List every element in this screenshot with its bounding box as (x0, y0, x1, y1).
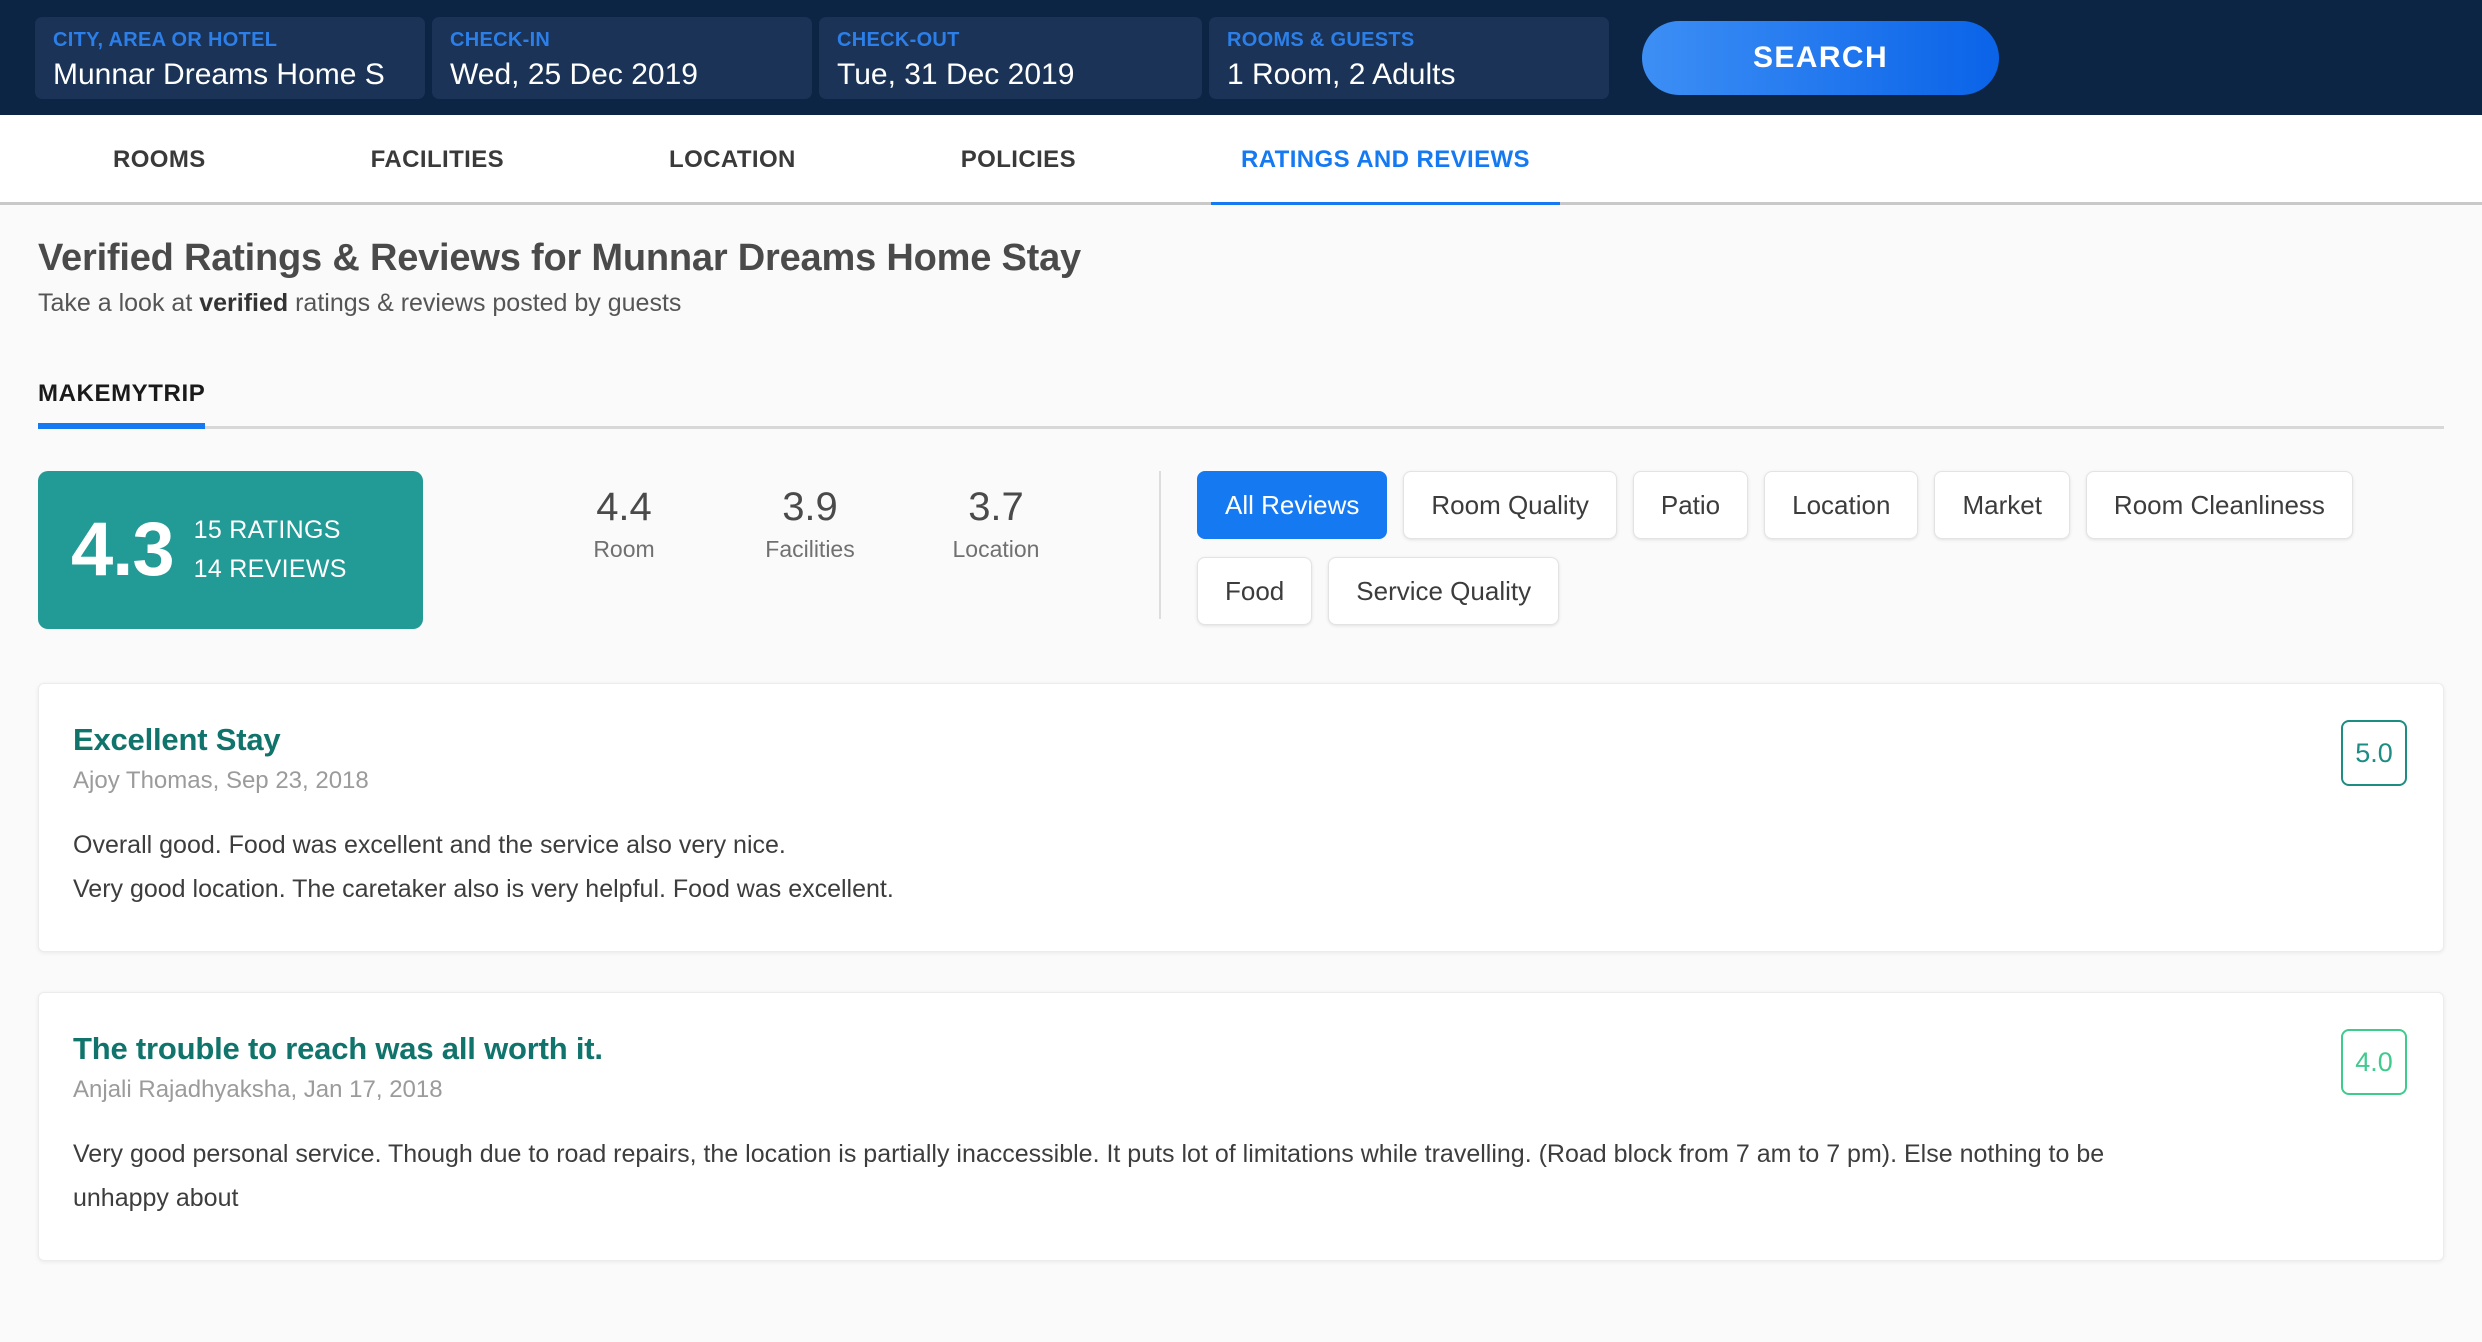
review-author-date: Ajoy Thomas, Sep 23, 2018 (73, 767, 369, 794)
filter-chip-room-cleanliness[interactable]: Room Cleanliness (2085, 471, 2353, 539)
review-card: Excellent Stay Ajoy Thomas, Sep 23, 2018… (38, 683, 2444, 952)
filter-chip-service-quality[interactable]: Service Quality (1328, 557, 1560, 625)
review-body: Overall good. Food was excellent and the… (73, 831, 894, 903)
tab-facilities[interactable]: FACILITIES (363, 115, 512, 205)
section-nav-tabs: ROOMS FACILITIES LOCATION POLICIES RATIN… (0, 115, 2482, 208)
review-author-date: Anjali Rajadhyaksha, Jan 17, 2018 (73, 1076, 443, 1103)
subscore-facilities: 3.9 Facilities (717, 483, 903, 619)
ratings-reviews-page: Verified Ratings & Reviews for Munnar Dr… (0, 205, 2482, 1342)
subscore-location-label: Location (952, 536, 1040, 562)
ratings-count: 15 RATINGS (193, 516, 341, 544)
search-field-checkin-label: CHECK-IN (450, 28, 551, 51)
search-field-checkout-label: CHECK-OUT (837, 28, 960, 51)
search-field-rooms-guests[interactable]: ROOMS & GUESTS 1 Room, 2 Adults (1209, 16, 1609, 99)
filter-chip-all-reviews[interactable]: All Reviews (1197, 471, 1388, 539)
tab-rooms[interactable]: ROOMS (105, 115, 214, 205)
search-bar: CITY, AREA OR HOTEL Munnar Dreams Home S… (0, 0, 2482, 115)
search-button[interactable]: SEARCH (1642, 20, 1999, 95)
search-field-checkout-value: Tue, 31 Dec 2019 (837, 57, 1075, 91)
filter-chip-room-quality[interactable]: Room Quality (1403, 471, 1617, 539)
ratings-summary: 4.3 15 RATINGS 14 REVIEWS 4.4 Room 3.9 F… (38, 471, 2444, 643)
review-title: The trouble to reach was all worth it. (73, 1031, 603, 1066)
subscore-location-value: 3.7 (968, 485, 1024, 529)
review-card: The trouble to reach was all worth it. A… (38, 992, 2444, 1261)
search-field-city-label: CITY, AREA OR HOTEL (53, 28, 278, 51)
subscore-room-value: 4.4 (596, 485, 652, 529)
page-subtitle-pre: Take a look at (38, 289, 200, 317)
tab-ratings-and-reviews[interactable]: RATINGS AND REVIEWS (1211, 115, 1560, 208)
page-subtitle-emphasis: verified (199, 289, 289, 317)
review-rating-badge: 4.0 (2341, 1029, 2407, 1095)
subscore-list: 4.4 Room 3.9 Facilities 3.7 Location (531, 471, 1161, 619)
filter-chip-market[interactable]: Market (1934, 471, 2070, 539)
search-field-checkin[interactable]: CHECK-IN Wed, 25 Dec 2019 (432, 16, 812, 99)
subscore-room: 4.4 Room (531, 483, 717, 619)
tab-location[interactable]: LOCATION (661, 115, 804, 205)
filter-chip-location[interactable]: Location (1764, 471, 1919, 539)
tab-policies[interactable]: POLICIES (953, 115, 1084, 205)
review-title: Excellent Stay (73, 722, 281, 757)
filter-chip-patio[interactable]: Patio (1632, 471, 1749, 539)
provider-tab-makemytrip[interactable]: MAKEMYTRIP (38, 380, 206, 429)
search-field-checkin-value: Wed, 25 Dec 2019 (450, 57, 698, 91)
search-field-rooms-guests-value: 1 Room, 2 Adults (1227, 57, 1456, 91)
overall-score-box: 4.3 15 RATINGS 14 REVIEWS (38, 471, 423, 629)
overall-score-value: 4.3 (71, 507, 175, 592)
review-rating-badge: 5.0 (2341, 720, 2407, 786)
overall-score-counts: 15 RATINGS 14 REVIEWS (194, 511, 347, 589)
subscore-location: 3.7 Location (903, 483, 1089, 619)
page-subtitle-post: ratings & reviews posted by guests (288, 289, 682, 317)
filter-chip-food[interactable]: Food (1197, 557, 1313, 625)
search-field-rooms-guests-label: ROOMS & GUESTS (1227, 28, 1415, 51)
search-field-city[interactable]: CITY, AREA OR HOTEL Munnar Dreams Home S (35, 16, 425, 99)
page-subtitle: Take a look at verified ratings & review… (38, 289, 2444, 318)
page-title: Verified Ratings & Reviews for Munnar Dr… (38, 237, 1081, 279)
review-body: Very good personal service. Though due t… (73, 1140, 2105, 1212)
reviews-count: 14 REVIEWS (193, 555, 347, 583)
subscore-room-label: Room (593, 536, 655, 562)
subscore-facilities-label: Facilities (765, 536, 855, 562)
review-filter-chips: All Reviews Room Quality Patio Location … (1197, 471, 2444, 643)
subscore-facilities-value: 3.9 (782, 485, 838, 529)
provider-tab-row: MAKEMYTRIP (38, 380, 2444, 429)
search-field-checkout[interactable]: CHECK-OUT Tue, 31 Dec 2019 (819, 16, 1202, 99)
search-field-city-value: Munnar Dreams Home S (53, 57, 385, 91)
